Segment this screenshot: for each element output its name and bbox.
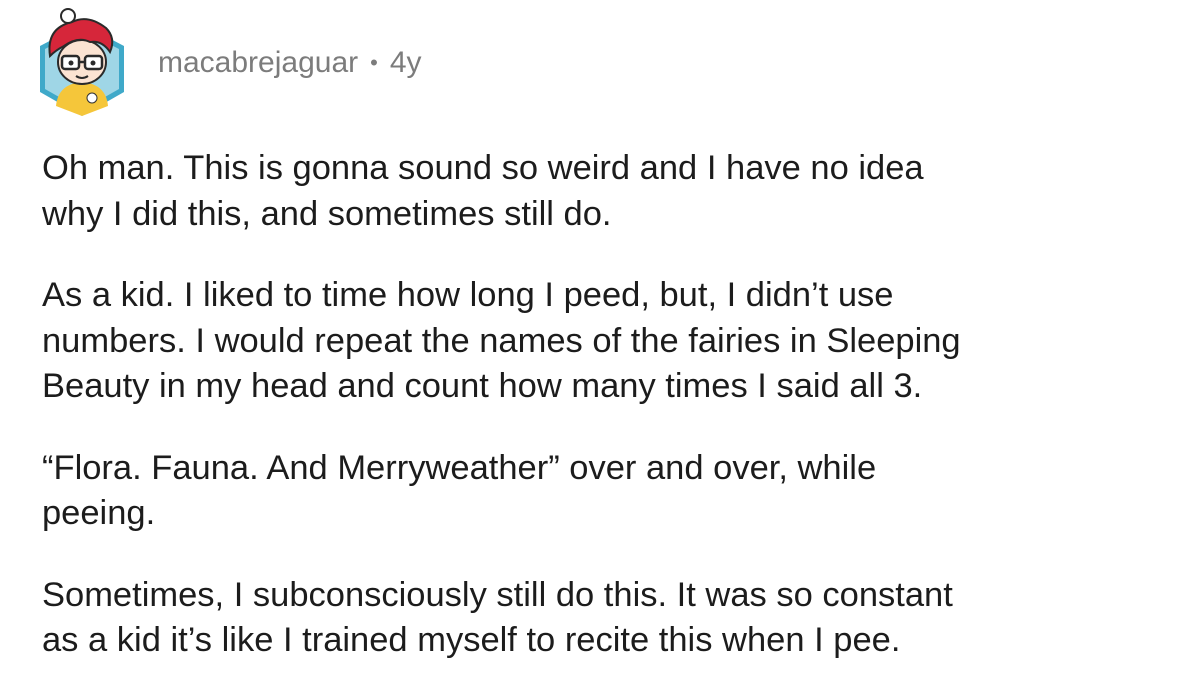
- meta-separator: •: [370, 50, 378, 75]
- comment-paragraph: As a kid. I liked to time how long I pee…: [42, 276, 961, 405]
- comment-body: Oh man. This is gonna sound so weird and…: [42, 146, 1162, 700]
- author-username[interactable]: macabrejaguar: [158, 46, 358, 80]
- comment-paragraph: Oh man. This is gonna sound so weird and…: [42, 149, 924, 233]
- comment: macabrejaguar • 4y Oh man. This is gonna…: [0, 0, 1179, 696]
- comment-meta: macabrejaguar • 4y: [158, 46, 422, 80]
- comment-age: 4y: [389, 46, 422, 79]
- avatar[interactable]: [32, 6, 132, 122]
- comment-paragraph: “Flora. Fauna. And Merryweather” over an…: [42, 448, 877, 533]
- comment-paragraph: Sometimes, I subconsciously still do thi…: [42, 575, 953, 660]
- snoo-avatar-icon: [40, 8, 124, 116]
- comment-header: macabrejaguar • 4y: [32, 6, 422, 122]
